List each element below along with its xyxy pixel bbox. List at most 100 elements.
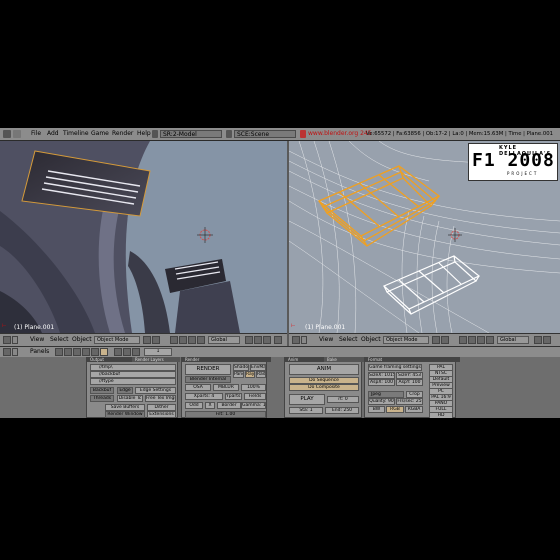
end-frame-field[interactable]: End: 250 bbox=[325, 407, 359, 414]
collapse-menu-icon-right[interactable] bbox=[301, 336, 307, 344]
scene-name-field[interactable]: SCE:Scene bbox=[234, 130, 296, 138]
menu-object-left[interactable]: Object bbox=[72, 336, 92, 344]
menu-game[interactable]: Game bbox=[91, 130, 109, 138]
menu-view-right[interactable]: View bbox=[319, 336, 333, 344]
aspx-field[interactable]: AspX: 100 bbox=[368, 379, 395, 386]
menu-object-right[interactable]: Object bbox=[361, 336, 381, 344]
editing-context-icon[interactable] bbox=[91, 348, 99, 356]
aspy-field[interactable]: AspY: 100 bbox=[396, 379, 423, 386]
extensions-toggle[interactable]: Extensions bbox=[147, 411, 176, 418]
render-layers-tab[interactable]: Render Layers bbox=[132, 357, 180, 362]
frame-number-field[interactable]: 1 bbox=[144, 348, 172, 356]
render-button[interactable]: RENDER bbox=[185, 364, 231, 375]
yparts-field[interactable]: Yparts: 4 bbox=[225, 393, 242, 400]
save-buffers-toggle[interactable]: Save Buffers bbox=[105, 404, 145, 411]
layer-button-3[interactable] bbox=[263, 336, 271, 344]
do-sequence-toggle[interactable]: Do Sequence bbox=[289, 377, 359, 384]
manipulator-icon[interactable] bbox=[170, 336, 178, 344]
scale-icon-right[interactable] bbox=[486, 336, 494, 344]
menu-view-left[interactable]: View bbox=[30, 336, 44, 344]
scene-browse-icon[interactable] bbox=[226, 130, 232, 138]
anim-button[interactable]: ANIM bbox=[289, 364, 359, 375]
script-context-icon[interactable] bbox=[64, 348, 72, 356]
disable-tc-toggle[interactable]: Disable Tc bbox=[117, 395, 143, 402]
buttons-collapse-icon[interactable] bbox=[12, 348, 18, 356]
ray-toggle[interactable]: Ray bbox=[245, 371, 255, 378]
window-type-icon[interactable] bbox=[13, 130, 21, 138]
radio-toggle[interactable]: Radio bbox=[256, 371, 266, 378]
screen-browse-icon[interactable] bbox=[152, 130, 158, 138]
logic-context-icon[interactable] bbox=[55, 348, 63, 356]
format-tab[interactable]: Format bbox=[365, 357, 460, 362]
rt-field[interactable]: rt: 0 bbox=[327, 396, 359, 403]
draw-type-icon-right[interactable] bbox=[432, 336, 440, 344]
render-window-select[interactable]: Render Window bbox=[105, 411, 145, 418]
crop-toggle[interactable]: Crop bbox=[406, 391, 423, 398]
play-button[interactable]: PLAY bbox=[289, 394, 325, 405]
layer-button-right-1[interactable] bbox=[534, 336, 542, 344]
menu-select-left[interactable]: Select bbox=[50, 336, 69, 344]
mode-select-right[interactable]: Object Mode bbox=[383, 336, 429, 344]
preset-hd[interactable]: HD bbox=[429, 412, 453, 418]
rgb-toggle[interactable]: RGB bbox=[386, 406, 404, 413]
menu-render[interactable]: Render bbox=[112, 130, 133, 138]
menu-select-right[interactable]: Select bbox=[339, 336, 358, 344]
viewport-right[interactable]: KYLE DELLAQUILA'S F1 2008 PROJECT ⊢ (1) … bbox=[289, 141, 560, 333]
render-tab[interactable]: Render bbox=[182, 357, 271, 362]
editor-type-icon[interactable] bbox=[3, 336, 11, 344]
scale-icon[interactable] bbox=[197, 336, 205, 344]
translate-icon[interactable] bbox=[179, 336, 187, 344]
game-framing-button[interactable]: Game framing settings bbox=[368, 364, 422, 371]
ftype-path-field[interactable]: //ftype bbox=[90, 378, 176, 385]
pivot-icon-right[interactable] bbox=[441, 336, 449, 344]
odd-toggle[interactable]: Odd bbox=[185, 402, 203, 409]
do-composite-toggle[interactable]: Do Composite bbox=[289, 384, 359, 391]
edge-settings-button[interactable]: Edge Settings bbox=[135, 387, 176, 394]
free-tex-images-toggle[interactable]: Free Tex Imgs bbox=[145, 395, 176, 402]
edge-toggle[interactable]: Edge bbox=[117, 387, 133, 394]
percent-size-select[interactable]: 100% bbox=[241, 384, 266, 391]
viewport-left[interactable]: ⊢ (1) Plane.001 bbox=[0, 141, 287, 333]
blender-logo-icon[interactable] bbox=[3, 130, 11, 138]
bw-toggle[interactable]: BW bbox=[368, 406, 385, 413]
border-toggle[interactable]: Border bbox=[217, 402, 241, 409]
xparts-field[interactable]: Xparts: 4 bbox=[185, 393, 223, 400]
menu-timeline[interactable]: Timeline bbox=[63, 130, 89, 138]
lock-icon[interactable] bbox=[274, 336, 282, 344]
panels-menu[interactable]: Panels bbox=[30, 348, 49, 356]
orientation-select-right[interactable]: Global bbox=[497, 336, 529, 344]
rotate-icon[interactable] bbox=[188, 336, 196, 344]
frames-per-second-field[interactable]: Frs/sec: 25 bbox=[396, 398, 423, 405]
object-context-icon[interactable] bbox=[82, 348, 90, 356]
pano-toggle[interactable]: Pano bbox=[233, 371, 244, 378]
menu-add[interactable]: Add bbox=[47, 130, 59, 138]
output-path-field[interactable]: //tmp\ bbox=[90, 364, 176, 371]
menu-file[interactable]: File bbox=[31, 130, 41, 138]
renderer-select[interactable]: Blender Internal bbox=[185, 376, 231, 383]
collapse-menu-icon[interactable] bbox=[12, 336, 18, 344]
anim-tab[interactable]: Anim bbox=[285, 357, 326, 362]
blender-org-link[interactable]: www.blender.org 245 bbox=[308, 130, 372, 138]
scene-context-icon[interactable] bbox=[100, 348, 108, 356]
draw-type-icon[interactable] bbox=[143, 336, 151, 344]
layer-button-right-2[interactable] bbox=[543, 336, 551, 344]
shadow-toggle[interactable]: Shadow bbox=[233, 364, 249, 371]
editor-type-icon-right[interactable] bbox=[292, 336, 300, 344]
rotate-icon-right[interactable] bbox=[477, 336, 485, 344]
x-toggle[interactable]: X bbox=[205, 402, 215, 409]
screen-name-field[interactable]: SR:2-Model bbox=[160, 130, 222, 138]
file-format-select[interactable]: Jpeg bbox=[368, 391, 404, 398]
filter-field[interactable]: Filt: 1.00 bbox=[185, 411, 266, 418]
manipulator-icon-right[interactable] bbox=[459, 336, 467, 344]
layer-button-2[interactable] bbox=[254, 336, 262, 344]
quality-field[interactable]: Quality: 90 bbox=[368, 398, 395, 405]
bake-tab[interactable]: Bake bbox=[324, 357, 364, 362]
output-tab[interactable]: Output bbox=[87, 357, 134, 362]
fields-toggle[interactable]: Fields bbox=[244, 393, 266, 400]
menu-help[interactable]: Help bbox=[137, 130, 151, 138]
sizey-field[interactable]: SizeY: 453 bbox=[396, 372, 423, 379]
sound-subcontext-icon[interactable] bbox=[132, 348, 140, 356]
envmap-toggle[interactable]: EnvMap bbox=[250, 364, 266, 371]
threads-field[interactable]: Threads bbox=[90, 395, 114, 402]
osa-toggle[interactable]: OSA bbox=[185, 384, 211, 391]
